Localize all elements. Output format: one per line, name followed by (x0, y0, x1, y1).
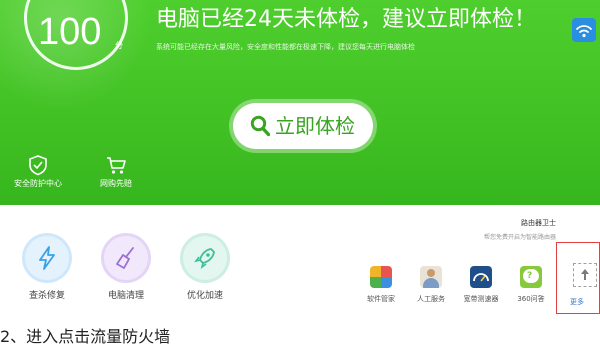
tool-circle (104, 236, 148, 280)
app-label: 软件管家 (367, 295, 395, 303)
security-center-label: 安全防护中心 (14, 179, 62, 188)
apps-grid-icon (370, 266, 392, 288)
more-button[interactable] (573, 263, 597, 287)
rocket-icon (194, 248, 215, 269)
app-human-service[interactable]: 人工服务 (406, 266, 456, 304)
tool-scan-repair[interactable]: 查杀修复 (15, 236, 79, 301)
router-guard-title: 路由器卫士 (521, 219, 556, 227)
shopping-compensation-label: 网购先赔 (100, 179, 132, 188)
tool-circle (183, 236, 227, 280)
header-banner: 100 分 电脑已经24天未体检，建议立即体检！ 系统可能已经存在大量风险，安全… (0, 0, 600, 205)
wifi-glyph (576, 25, 592, 38)
app-speed-test[interactable]: 宽带测速器 (456, 266, 506, 304)
headline: 电脑已经24天未体检，建议立即体检！ (156, 7, 536, 32)
app-software-manager[interactable]: 软件管家 (356, 266, 406, 304)
more-label[interactable]: 更多 (570, 297, 584, 307)
lightning-icon (39, 246, 55, 270)
app-label: 360问答 (517, 295, 545, 303)
speedometer-icon (470, 266, 492, 288)
score-unit: 分 (115, 41, 123, 50)
app-label: 人工服务 (417, 295, 445, 303)
qa-icon: ? (520, 266, 542, 288)
check-now-button[interactable]: 立即体检 (233, 103, 373, 149)
app-label: 宽带测速器 (463, 295, 499, 303)
search-icon (250, 115, 270, 137)
router-guard-info[interactable]: 路由器卫士 帮您免费开启为智能路由器 (484, 218, 556, 241)
router-guard-subtitle: 帮您免费开启为智能路由器 (483, 234, 556, 241)
tool-label: 优化加速 (186, 291, 223, 301)
upload-arrow-icon (581, 269, 589, 280)
tool-pc-cleanup[interactable]: 电脑清理 (94, 236, 158, 301)
check-now-label: 立即体检 (275, 114, 355, 138)
wifi-icon[interactable] (572, 18, 596, 42)
shopping-compensation-link[interactable]: 网购先赔 (84, 154, 148, 189)
security-center-link[interactable]: 安全防护中心 (6, 154, 70, 189)
tool-label: 电脑清理 (107, 291, 144, 301)
score-value: 100 (38, 11, 102, 53)
person-icon (420, 266, 442, 288)
subline: 系统可能已经存在大量风险，安全度和性能都在极速下降，建议您每天进行电脑体检 (156, 43, 415, 51)
tool-optimize-speedup[interactable]: 优化加速 (173, 236, 237, 301)
broom-icon (116, 247, 134, 269)
tool-circle (25, 236, 69, 280)
shield-icon (29, 155, 47, 176)
app-360-qa[interactable]: ? 360问答 (506, 266, 556, 304)
tool-label: 查杀修复 (28, 291, 65, 301)
caption-text: 2、进入点击流量防火墙 (0, 327, 171, 346)
cart-icon (107, 157, 126, 174)
